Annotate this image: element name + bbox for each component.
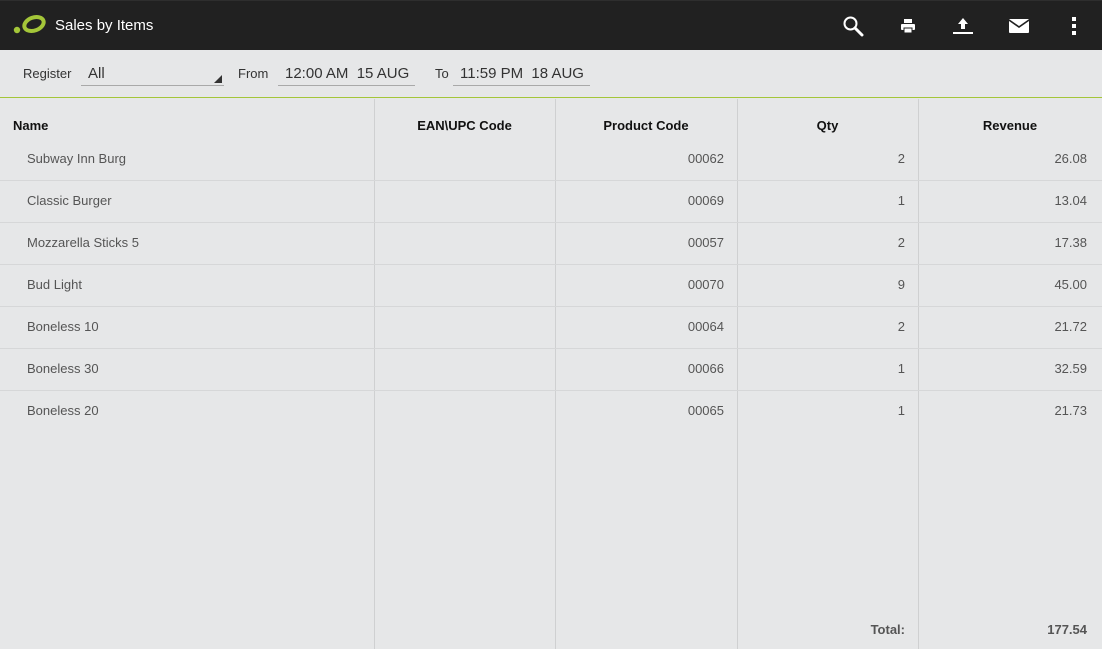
cell-name: Classic Burger: [27, 193, 112, 208]
register-dropdown[interactable]: All: [81, 63, 224, 86]
to-datetime-picker[interactable]: 11:59 PM 18 AUG: [453, 63, 590, 86]
print-icon[interactable]: [895, 13, 921, 39]
to-label: To: [435, 66, 449, 81]
cell-name: Mozzarella Sticks 5: [27, 235, 139, 250]
table-row[interactable]: Boneless 20 00065 1 21.73: [0, 391, 1102, 433]
cell-name: Boneless 30: [27, 361, 99, 376]
cell-product-code: 00062: [687, 151, 724, 166]
cell-product-code: 00057: [687, 235, 724, 250]
cell-product-code: 00064: [687, 319, 724, 334]
from-label: From: [238, 66, 269, 81]
total-label: Total:: [870, 622, 905, 637]
column-header-name[interactable]: Name: [13, 118, 48, 133]
to-datetime-value: 11:59 PM 18 AUG: [460, 65, 584, 82]
column-header-product-code[interactable]: Product Code: [555, 118, 737, 133]
page-title: Sales by Items: [55, 17, 154, 34]
action-bar: Sales by Items: [0, 0, 1102, 50]
cell-qty: 1: [897, 361, 905, 376]
cell-product-code: 00069: [687, 193, 724, 208]
column-header-revenue[interactable]: Revenue: [918, 118, 1102, 133]
app-logo-icon[interactable]: [12, 14, 46, 36]
cell-qty: 1: [897, 403, 905, 418]
cell-qty: 2: [897, 151, 905, 166]
cell-product-code: 00066: [687, 361, 724, 376]
cell-qty: 2: [897, 235, 905, 250]
cell-revenue: 45.00: [1054, 277, 1087, 292]
from-datetime-value: 12:00 AM 15 AUG: [285, 65, 410, 82]
cell-name: Boneless 10: [27, 319, 99, 334]
total-revenue-value: 177.54: [1047, 622, 1087, 637]
register-label: Register: [23, 66, 72, 81]
cell-revenue: 21.73: [1054, 403, 1087, 418]
table-row[interactable]: Boneless 30 00066 1 32.59: [0, 349, 1102, 391]
cell-revenue: 17.38: [1054, 235, 1087, 250]
cell-revenue: 21.72: [1054, 319, 1087, 334]
table-row[interactable]: Classic Burger 00069 1 13.04: [0, 181, 1102, 223]
cell-revenue: 32.59: [1054, 361, 1087, 376]
search-icon[interactable]: [840, 13, 866, 39]
email-icon[interactable]: [1006, 13, 1032, 39]
table-row[interactable]: Boneless 10 00064 2 21.72: [0, 307, 1102, 349]
cell-name: Bud Light: [27, 277, 82, 292]
table-row[interactable]: Bud Light 00070 9 45.00: [0, 265, 1102, 307]
table-row[interactable]: Mozzarella Sticks 5 00057 2 17.38: [0, 223, 1102, 265]
column-header-qty[interactable]: Qty: [737, 118, 918, 133]
from-datetime-picker[interactable]: 12:00 AM 15 AUG: [278, 63, 415, 86]
cell-name: Boneless 20: [27, 403, 99, 418]
column-header-ean[interactable]: EAN\UPC Code: [374, 118, 555, 133]
cell-qty: 9: [897, 277, 905, 292]
cell-qty: 1: [897, 193, 905, 208]
cell-product-code: 00070: [687, 277, 724, 292]
overflow-menu-icon[interactable]: [1061, 13, 1087, 39]
cell-revenue: 26.08: [1054, 151, 1087, 166]
table-row[interactable]: Subway Inn Burg 00062 2 26.08: [0, 139, 1102, 181]
dropdown-arrow-icon: [214, 75, 222, 83]
cell-revenue: 13.04: [1054, 193, 1087, 208]
filter-bar: Register All From 12:00 AM 15 AUG To 11:…: [0, 50, 1102, 98]
cell-name: Subway Inn Burg: [27, 151, 127, 166]
register-value: All: [88, 65, 105, 82]
export-upload-icon[interactable]: [950, 13, 976, 39]
cell-product-code: 00065: [687, 403, 724, 418]
cell-qty: 2: [897, 319, 905, 334]
